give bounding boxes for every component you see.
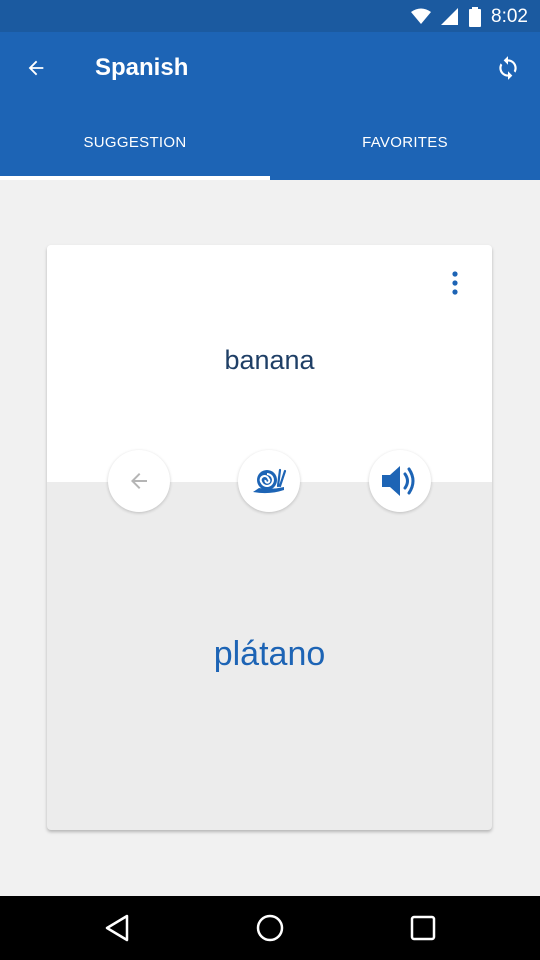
refresh-button[interactable] [484, 44, 532, 92]
triangle-back-icon [105, 914, 128, 942]
nav-recents-button[interactable] [393, 898, 453, 958]
spanish-word: plátano [213, 635, 326, 673]
signal-icon [441, 8, 459, 25]
card-front: banana [47, 245, 492, 482]
snail-icon [253, 468, 287, 494]
nav-home-button[interactable] [240, 898, 300, 958]
back-button[interactable] [12, 44, 60, 92]
tab-bar: SUGGESTION FAVORITES [0, 110, 540, 180]
more-vertical-icon [452, 271, 458, 295]
nav-back-button[interactable] [87, 898, 147, 958]
flash-card: banana plátano [47, 245, 492, 830]
arrow-left-icon [131, 473, 147, 489]
app-bar: Spanish SUGGESTION FAVORITES [0, 32, 540, 180]
wifi-icon [411, 8, 432, 24]
tab-favorites[interactable]: FAVORITES [270, 110, 540, 180]
tab-favorites-label: FAVORITES [362, 133, 448, 151]
system-nav-bar [0, 896, 540, 960]
status-icons: 8:02 [411, 6, 528, 28]
tab-suggestion[interactable]: SUGGESTION [0, 110, 270, 180]
tab-indicator [0, 176, 270, 180]
more-options-button[interactable] [440, 265, 470, 301]
circle-home-icon [256, 914, 284, 942]
battery-icon [469, 7, 482, 27]
speaker-icon [382, 466, 415, 496]
arrow-left-icon [28, 60, 44, 76]
slow-audio-button[interactable] [238, 450, 300, 512]
tab-suggestion-label: SUGGESTION [83, 133, 187, 151]
previous-button[interactable] [108, 450, 170, 512]
status-bar: 8:02 [0, 0, 540, 32]
square-recents-icon [411, 915, 436, 941]
refresh-icon [499, 56, 517, 80]
status-time: 8:02 [491, 6, 528, 27]
page-title: Spanish [95, 54, 189, 81]
english-word: banana [224, 345, 315, 375]
play-audio-button[interactable] [369, 450, 431, 512]
